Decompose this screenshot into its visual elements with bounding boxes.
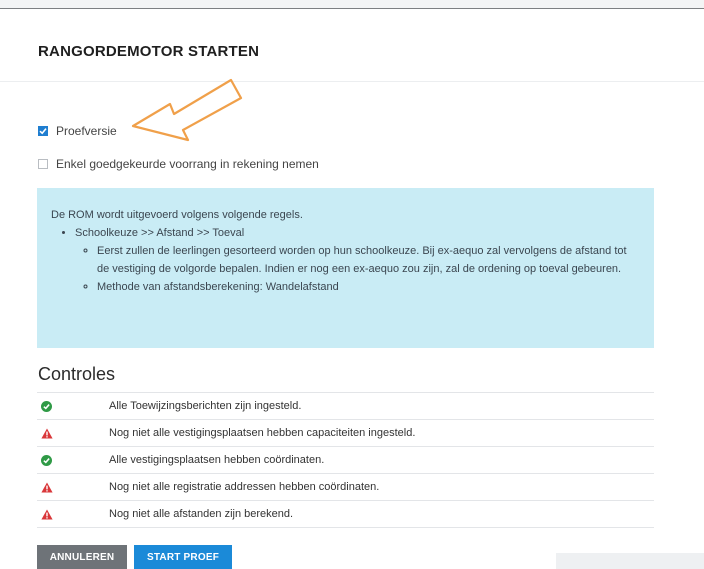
cancel-button[interactable]: ANNULEREN [37,545,127,569]
controles-title: Controles [38,364,116,384]
checkbox-unchecked-icon[interactable] [38,159,48,169]
info-rule-list: Schoolkeuze >> Afstand >> Toeval Eerst z… [51,224,634,296]
check-circle-icon [41,400,52,412]
start-proef-button[interactable]: START PROEF [134,545,232,569]
option-label: Enkel goedgekeurde voorrang in rekening … [56,157,319,171]
info-detail: Eerst zullen de leerlingen gesorteerd wo… [97,242,634,278]
page-title: RANGORDEMOTOR STARTEN [38,43,260,60]
check-circle-icon [41,454,52,466]
warning-triangle-icon [41,509,53,519]
info-detail-list: Eerst zullen de leerlingen gesorteerd wo… [75,242,634,296]
controle-row: Alle Toewijzingsberichten zijn ingesteld… [37,392,654,419]
controle-text: Alle vestigingsplaatsen hebben coördinat… [109,454,325,466]
controle-text: Nog niet alle afstanden zijn berekend. [109,508,294,520]
checkbox-checked-icon[interactable] [38,126,48,136]
footer-panel [556,553,704,569]
controle-text: Nog niet alle registratie addressen hebb… [109,481,380,493]
controle-row: Nog niet alle registratie addressen hebb… [37,473,654,500]
controle-row: Nog niet alle afstanden zijn berekend. [37,500,654,528]
controle-text: Alle Toewijzingsberichten zijn ingesteld… [109,400,302,412]
controle-text: Nog niet alle vestigingsplaatsen hebben … [109,427,416,439]
warning-triangle-icon [41,482,53,492]
annotation-arrow-icon [131,78,243,142]
warning-triangle-icon [41,428,53,438]
info-intro: De ROM wordt uitgevoerd volgens volgende… [51,209,303,221]
controle-row: Nog niet alle vestigingsplaatsen hebben … [37,419,654,446]
controle-row: Alle vestigingsplaatsen hebben coördinat… [37,446,654,473]
page-header: RANGORDEMOTOR STARTEN [0,9,704,82]
info-panel: De ROM wordt uitgevoerd volgens volgende… [37,188,654,348]
info-rule: Schoolkeuze >> Afstand >> Toeval Eerst z… [75,224,634,296]
top-bar [0,0,704,9]
option-enkel-goedgekeurde-voorrang[interactable]: Enkel goedgekeurde voorrang in rekening … [38,157,319,171]
option-proefversie[interactable]: Proefversie [38,124,117,138]
info-rule-text: Schoolkeuze >> Afstand >> Toeval [75,227,245,239]
info-detail: Methode van afstandsberekening: Wandelaf… [97,278,634,296]
option-label: Proefversie [56,124,117,138]
controles-list: Alle Toewijzingsberichten zijn ingesteld… [37,392,654,528]
